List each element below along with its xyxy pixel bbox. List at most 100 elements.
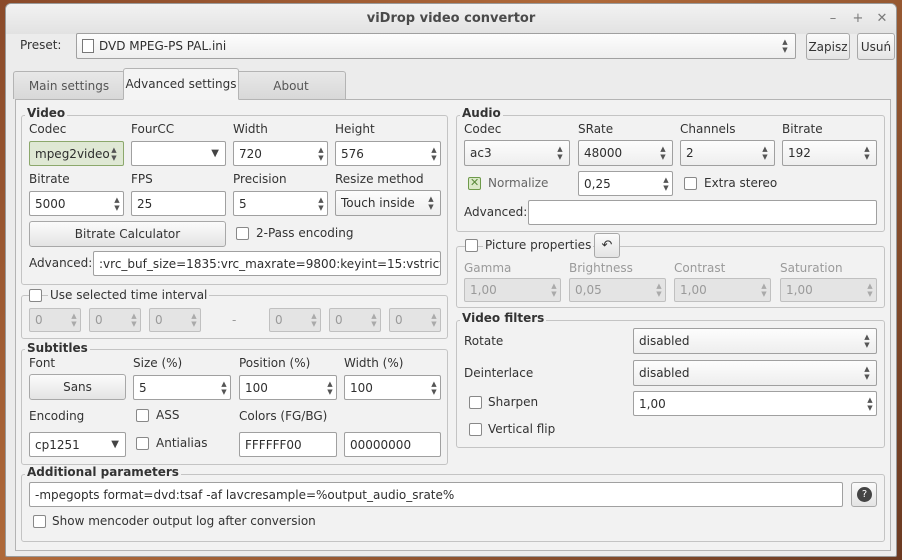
spin-arrows-icon: ▲ ▼ [431,379,437,396]
contrast-spinner[interactable]: 1,00 ▲ ▼ [674,278,771,302]
width-spinner[interactable]: 720 ▲ ▼ [233,141,328,166]
video-title: Video [25,106,68,120]
height-spinner[interactable]: 576 ▲ ▼ [335,141,441,166]
channels-select[interactable]: 2 ▲ ▼ [680,140,775,166]
updown-arrows-icon: ▲ ▼ [111,145,117,162]
sub-size-value: 5 [139,380,147,395]
sub-width-spinner[interactable]: 100 ▲ ▼ [344,375,441,400]
sharpen-checkbox[interactable] [469,396,482,409]
bitrate-calculator-button[interactable]: Bitrate Calculator [29,221,226,247]
font-button[interactable]: Sans [29,374,126,400]
end-seconds-spinner[interactable]: 0 ▲ ▼ [389,308,441,332]
maximize-icon[interactable]: + [848,4,868,34]
start-seconds-value: 0 [155,313,163,327]
picture-properties-checkbox[interactable] [465,239,478,252]
two-pass-checkbox[interactable] [236,227,249,240]
start-hours-spinner[interactable]: 0 ▲ ▼ [29,308,81,332]
start-minutes-spinner[interactable]: 0 ▲ ▼ [89,308,141,332]
resize-method-select[interactable]: Touch inside ▲ ▼ [335,190,441,216]
updown-arrows-icon: ▲ ▼ [864,365,870,381]
contrast-label: Contrast [674,261,726,275]
fps-value: 25 [137,196,153,211]
srate-value: 48000 [584,146,623,160]
sub-position-value: 100 [245,380,268,395]
audio-codec-select[interactable]: ac3 ▲ ▼ [464,140,570,166]
updown-arrows-icon: ▲ ▼ [782,38,788,54]
channels-label: Channels [680,122,736,136]
spin-arrows-icon: ▲ ▼ [551,282,557,298]
time-interval-label: Use selected time interval [48,288,210,302]
tab-advanced-settings[interactable]: Advanced settings [123,68,239,100]
rotate-label: Rotate [464,334,504,348]
audio-codec-label: Codec [464,122,502,136]
video-bitrate-value: 5000 [35,196,66,211]
spin-arrows-icon: ▲ ▼ [431,145,437,162]
saturation-spinner[interactable]: 1,00 ▲ ▼ [780,278,877,302]
spin-arrows-icon: ▲ ▼ [656,282,662,298]
encoding-combo[interactable]: cp1251 ▼ [29,432,126,457]
deinterlace-label: Deinterlace [464,366,534,380]
video-filters-title: Video filters [460,311,547,325]
show-log-checkbox[interactable] [33,515,46,528]
reset-picture-button[interactable]: ↶ [594,233,620,258]
extra-stereo-checkbox[interactable] [684,177,697,190]
spin-arrows-icon: ▲ ▼ [867,395,873,412]
vertical-flip-label: Vertical flip [488,422,556,436]
video-advanced-value: :vrc_buf_size=1835:vrc_maxrate=9800:keyi… [99,256,440,271]
sub-size-label: Size (%) [133,356,183,370]
sharpen-spinner[interactable]: 1,00 ▲ ▼ [633,391,877,416]
video-advanced-input[interactable]: :vrc_buf_size=1835:vrc_maxrate=9800:keyi… [93,251,441,276]
normalize-checkbox[interactable] [468,176,481,190]
vertical-flip-checkbox[interactable] [469,423,482,436]
video-codec-label: Codec [29,122,67,136]
precision-label: Precision [233,172,287,186]
antialias-label: Antialias [156,436,208,450]
chevron-down-icon: ▼ [111,439,119,450]
end-minutes-value: 0 [335,313,343,327]
channels-value: 2 [686,146,694,160]
delete-preset-button[interactable]: Usuń [857,33,895,60]
tab-main-settings[interactable]: Main settings [13,71,125,99]
time-interval-checkbox[interactable] [29,289,42,302]
save-preset-button[interactable]: Zapisz [806,33,850,60]
brightness-value: 0,05 [575,283,602,297]
sub-position-spinner[interactable]: 100 ▲ ▼ [239,375,337,400]
normalize-spinner[interactable]: 0,25 ▲ ▼ [578,171,673,196]
minimize-icon[interactable]: – [823,4,843,34]
additional-params-input[interactable]: -mpegopts format=dvd:tsaf -af lavcresamp… [29,482,843,507]
preset-select[interactable]: DVD MPEG-PS PAL.ini ▲ ▼ [76,33,796,59]
fps-field[interactable]: 25 [131,191,226,216]
video-codec-select[interactable]: mpeg2video ▲ ▼ [29,141,124,166]
audio-bitrate-select[interactable]: 192 ▲ ▼ [782,140,877,166]
tab-about[interactable]: About [236,71,346,99]
deinterlace-select[interactable]: disabled ▲ ▼ [633,360,877,386]
end-hours-spinner[interactable]: 0 ▲ ▼ [269,308,321,332]
resize-method-label: Resize method [335,172,424,186]
end-minutes-spinner[interactable]: 0 ▲ ▼ [329,308,381,332]
start-seconds-spinner[interactable]: 0 ▲ ▼ [149,308,201,332]
preset-label: Preset: [20,38,62,52]
fourcc-combo[interactable]: ▼ [131,141,226,166]
antialias-checkbox[interactable] [136,437,149,450]
preset-value: DVD MPEG-PS PAL.ini [99,39,227,53]
updown-arrows-icon: ▲ ▼ [660,145,666,161]
ass-checkbox[interactable] [136,409,149,422]
help-button[interactable]: ? [851,482,877,507]
spin-arrows-icon: ▲ ▼ [114,195,120,212]
srate-select[interactable]: 48000 ▲ ▼ [578,140,673,166]
audio-advanced-input[interactable] [528,200,877,225]
precision-spinner[interactable]: 5 ▲ ▼ [233,191,328,216]
gamma-spinner[interactable]: 1,00 ▲ ▼ [464,278,561,302]
video-bitrate-spinner[interactable]: 5000 ▲ ▼ [29,191,124,216]
fg-color-value: FFFFFF00 [245,437,302,452]
fg-color-input[interactable]: FFFFFF00 [239,432,337,457]
rotate-select[interactable]: disabled ▲ ▼ [633,328,877,354]
close-icon[interactable]: ✕ [872,4,892,34]
file-icon [82,39,94,53]
bg-color-input[interactable]: 00000000 [344,432,441,457]
extra-stereo-label: Extra stereo [704,176,778,190]
brightness-label: Brightness [569,261,633,275]
height-label: Height [335,122,375,136]
brightness-spinner[interactable]: 0,05 ▲ ▼ [569,278,666,302]
sub-size-spinner[interactable]: 5 ▲ ▼ [133,375,231,400]
